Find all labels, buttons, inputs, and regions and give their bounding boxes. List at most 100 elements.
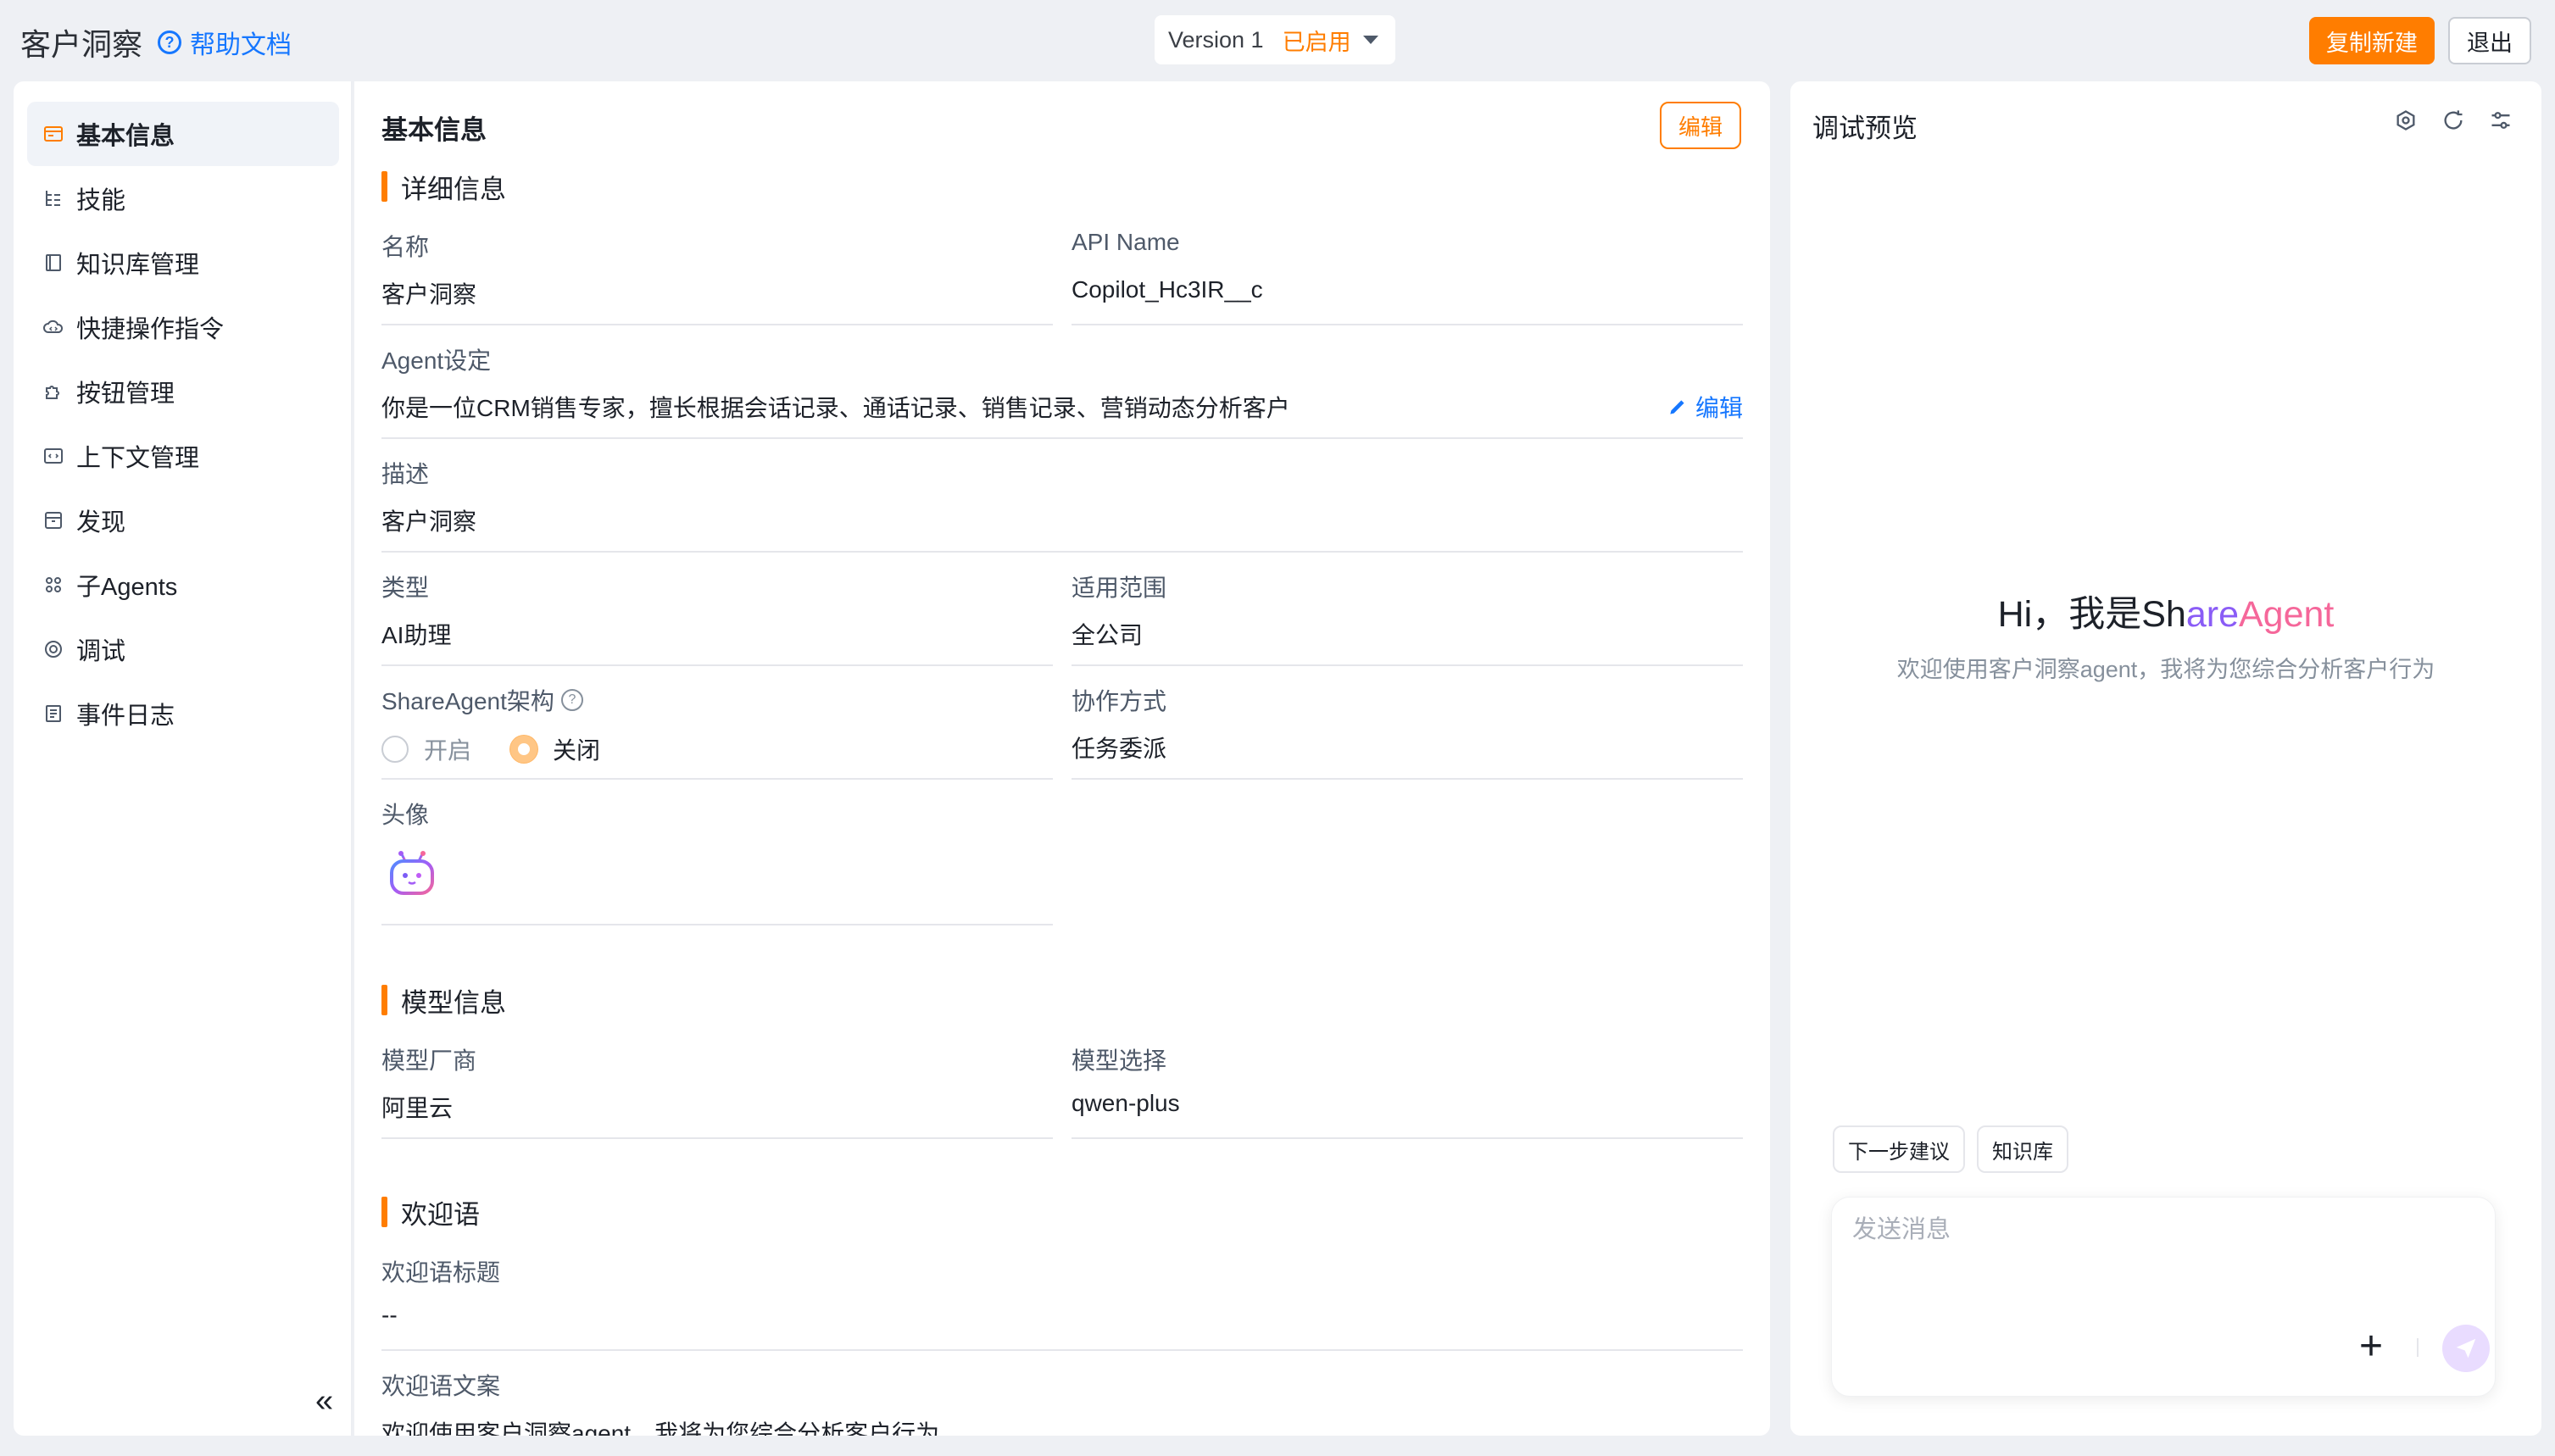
welcome-title-field: 欢迎语标题 -- xyxy=(381,1254,1743,1351)
send-button[interactable] xyxy=(2442,1325,2490,1372)
debug-preview-panel: 调试预览 Hi，我是ShareAgent 欢迎使用客户洞察agent，我将为您综… xyxy=(1790,81,2541,1436)
sidebar-item-debug[interactable]: 调试 xyxy=(27,617,339,681)
message-input[interactable] xyxy=(1852,1216,2446,1244)
help-docs-link[interactable]: ? 帮助文档 xyxy=(158,24,292,61)
exit-button[interactable]: 退出 xyxy=(2448,17,2531,64)
main-panel: 基本信息 编辑 详细信息 名称 客户洞察 API Name Copilot_Hc… xyxy=(354,81,1770,1436)
description-field: 描述 客户洞察 xyxy=(381,456,1743,553)
greeting-heading: Hi，我是ShareAgent xyxy=(1790,585,2541,637)
sidebar-item-label: 发现 xyxy=(76,509,126,536)
radio-off[interactable] xyxy=(510,736,538,763)
api-name-field: API Name Copilot_Hc3IR__c xyxy=(1072,229,1743,325)
field-value: Copilot_Hc3IR__c xyxy=(1072,276,1263,303)
sidebar-item-context[interactable]: 上下文管理 xyxy=(27,424,339,488)
app-title: 客户洞察 xyxy=(20,27,143,62)
section-model: 模型信息 xyxy=(381,985,506,1018)
copy-new-button[interactable]: 复制新建 xyxy=(2309,17,2435,64)
avatar-field: 头像 xyxy=(381,797,1053,925)
sliders-icon[interactable] xyxy=(2487,107,2514,134)
field-value: 阿里云 xyxy=(381,1095,454,1121)
model-select-field: 模型选择 qwen-plus xyxy=(1072,1042,1743,1139)
field-value: AI助理 xyxy=(381,622,452,648)
agent-setting-edit-link[interactable]: 编辑 xyxy=(1667,390,1743,424)
agents-icon xyxy=(42,574,64,596)
field-label: 欢迎语文案 xyxy=(381,1373,501,1399)
page-title: 基本信息 xyxy=(381,115,487,145)
puzzle-icon xyxy=(42,381,64,403)
radio-off-label: 关闭 xyxy=(553,737,601,764)
version-label: Version 1 xyxy=(1168,26,1264,53)
field-value: 全公司 xyxy=(1072,622,1144,648)
sidebar-item-discover[interactable]: 发现 xyxy=(27,488,339,553)
section-welcome: 欢迎语 xyxy=(381,1197,480,1230)
debug-icon xyxy=(42,638,64,660)
field-label: 名称 xyxy=(381,234,430,260)
collab-field: 协作方式 任务委派 xyxy=(1072,683,1743,780)
name-field: 名称 客户洞察 xyxy=(381,229,1053,325)
question-circle-icon: ? xyxy=(158,31,181,54)
sidebar-item-label: 知识库管理 xyxy=(76,252,200,279)
preview-title: 调试预览 xyxy=(1812,114,1918,143)
field-label-text: ShareAgent架构 xyxy=(381,688,554,714)
brand-part-3: Agent xyxy=(2239,594,2335,635)
field-label: API Name xyxy=(1072,229,1180,255)
section-accent-bar xyxy=(381,985,387,1015)
field-value: -- xyxy=(381,1302,398,1328)
radio-on[interactable] xyxy=(381,736,409,763)
field-value: 欢迎使用客户洞察agent，我将为您综合分析客户行为 xyxy=(381,1420,940,1436)
plus-icon[interactable]: + xyxy=(2359,1326,2383,1367)
version-status-badge: 已启用 xyxy=(1282,29,1351,55)
sidebar-item-sub-agents[interactable]: 子Agents xyxy=(27,553,339,617)
field-value: 客户洞察 xyxy=(381,281,477,308)
caret-down-icon xyxy=(1363,36,1378,44)
greeting-prefix: Hi，我是 xyxy=(1997,594,2142,635)
field-label: ShareAgent架构 ? xyxy=(381,683,583,717)
sidebar-item-knowledge[interactable]: 知识库管理 xyxy=(27,231,339,295)
sidebar-item-event-log[interactable]: 事件日志 xyxy=(27,681,339,746)
agent-setting-field: Agent设定 你是一位CRM销售专家，擅长根据会话记录、通话记录、销售记录、营… xyxy=(381,342,1743,439)
field-label: 协作方式 xyxy=(1072,688,1167,714)
share-agent-arch-field: ShareAgent架构 ? 开启 关闭 xyxy=(381,683,1053,780)
edit-link-label: 编辑 xyxy=(1695,395,1743,421)
top-bar: 客户洞察 ? 帮助文档 Version 1 已启用 复制新建 退出 xyxy=(0,0,2555,81)
version-selector[interactable]: Version 1 已启用 xyxy=(1155,15,1395,64)
card-icon xyxy=(42,123,64,145)
sidebar-item-skills[interactable]: 技能 xyxy=(27,166,339,231)
arch-radio-group: 开启 关闭 xyxy=(381,732,624,766)
sidebar-item-label: 事件日志 xyxy=(76,703,175,730)
section-title: 模型信息 xyxy=(401,987,506,1018)
sidebar-item-basic-info[interactable]: 基本信息 xyxy=(27,102,339,166)
collapse-sidebar-button[interactable]: « xyxy=(315,1385,333,1417)
chip-knowledge[interactable]: 知识库 xyxy=(1977,1125,2068,1173)
divider xyxy=(2417,1338,2419,1357)
field-label: 模型选择 xyxy=(1072,1048,1167,1074)
robot-avatar-icon[interactable] xyxy=(385,846,439,904)
field-label: 欢迎语标题 xyxy=(381,1259,501,1286)
help-docs-label: 帮助文档 xyxy=(190,31,292,59)
sidebar-item-buttons[interactable]: 按钮管理 xyxy=(27,359,339,424)
field-label: 模型厂商 xyxy=(381,1048,477,1074)
sidebar-item-label: 技能 xyxy=(76,187,126,214)
cloud-command-icon xyxy=(42,316,64,338)
question-circle-icon[interactable]: ? xyxy=(560,689,583,711)
model-vendor-field: 模型厂商 阿里云 xyxy=(381,1042,1053,1139)
refresh-chat-icon[interactable] xyxy=(2440,107,2467,134)
chip-next-step[interactable]: 下一步建议 xyxy=(1833,1125,1965,1173)
section-accent-bar xyxy=(381,171,387,202)
scope-field: 适用范围 全公司 xyxy=(1072,570,1743,666)
tree-list-icon xyxy=(42,187,64,209)
settings-hex-icon[interactable] xyxy=(2392,107,2419,134)
sidebar-item-label: 上下文管理 xyxy=(76,445,200,472)
section-title: 欢迎语 xyxy=(401,1199,480,1230)
box-icon xyxy=(42,509,64,531)
section-details: 详细信息 xyxy=(381,171,506,204)
pencil-icon xyxy=(1670,400,1684,414)
field-value: 任务委派 xyxy=(1072,736,1167,762)
field-value: 客户洞察 xyxy=(381,508,477,535)
sidebar: 基本信息 技能 知识库管理 快捷操作指令 按钮管理 上下文管理 发现 子Agen… xyxy=(14,81,353,1436)
sidebar-item-label: 子Agents xyxy=(76,574,178,601)
sidebar-item-quick-commands[interactable]: 快捷操作指令 xyxy=(27,295,339,359)
field-label: 描述 xyxy=(381,461,430,487)
edit-button[interactable]: 编辑 xyxy=(1660,102,1741,149)
field-label: 头像 xyxy=(381,802,430,828)
